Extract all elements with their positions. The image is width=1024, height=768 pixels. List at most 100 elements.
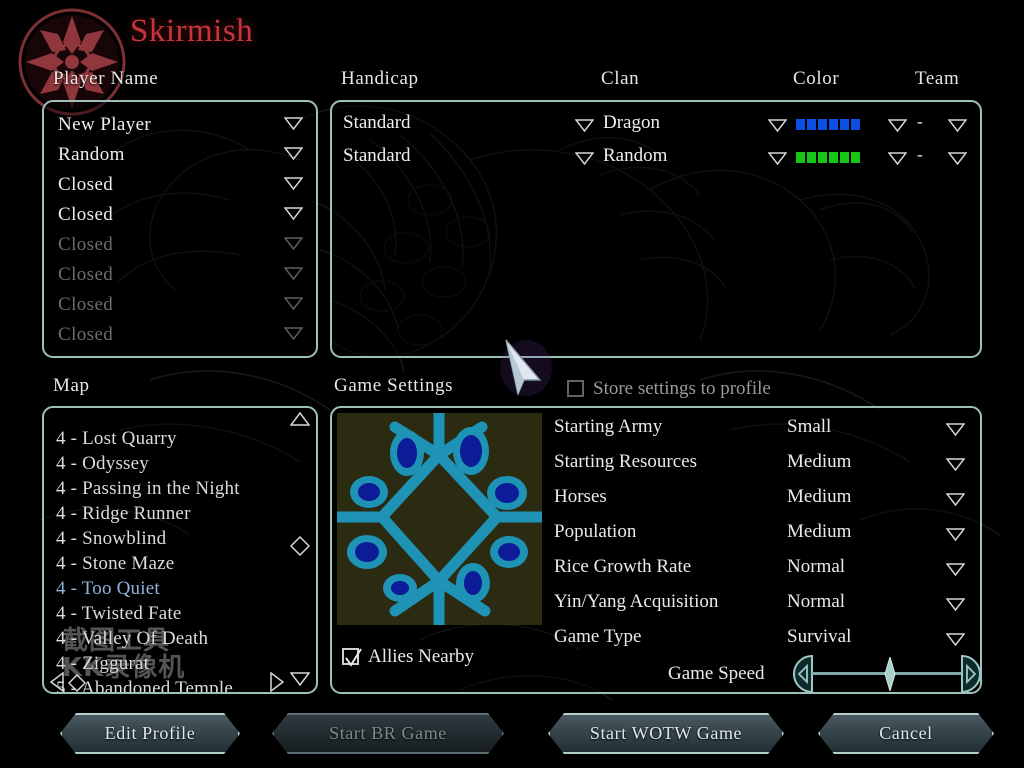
chevron-down-icon[interactable]	[283, 177, 304, 191]
handicap-value: Standard	[343, 112, 411, 133]
map-list-item[interactable]: 4 - Snowblind	[56, 528, 166, 550]
map-scroll-left-button[interactable]	[49, 671, 64, 697]
player-row[interactable]: Closed	[44, 260, 316, 290]
chevron-down-icon[interactable]	[283, 327, 304, 341]
map-scroll-thumb-diamond-icon[interactable]	[289, 535, 311, 561]
map-list-item[interactable]: 4 - Lost Quarry	[56, 428, 177, 450]
slider-left-cap-icon[interactable]	[791, 654, 813, 698]
chevron-down-icon[interactable]	[945, 493, 966, 507]
player-dropdown-button[interactable]	[283, 327, 304, 345]
player-row[interactable]: New Player	[44, 110, 316, 140]
color-dropdown-button[interactable]	[767, 119, 788, 137]
setting-dropdown-button[interactable]	[945, 563, 966, 581]
setting-dropdown-button[interactable]	[945, 458, 966, 476]
map-scroll-down-button[interactable]	[289, 672, 311, 691]
player-row[interactable]: Closed	[44, 230, 316, 260]
player-dropdown-button[interactable]	[283, 267, 304, 285]
player-row[interactable]: Random	[44, 140, 316, 170]
setting-value: Medium	[787, 486, 852, 507]
clan-dropdown-button[interactable]	[574, 119, 595, 137]
store-settings-label: Store settings to profile	[593, 378, 771, 399]
chevron-down-icon[interactable]	[947, 119, 968, 133]
player-row[interactable]: Closed	[44, 320, 316, 350]
player-dropdown-button[interactable]	[283, 297, 304, 315]
map-list-item[interactable]: 4 - Odyssey	[56, 453, 149, 475]
team-dropdown-button[interactable]	[887, 119, 908, 137]
chevron-down-icon[interactable]	[945, 458, 966, 472]
game-speed-handle[interactable]	[883, 655, 897, 696]
team-secondary-dropdown-button[interactable]	[947, 152, 968, 170]
button-start-wotw-game[interactable]: Start WOTW Game	[548, 713, 784, 754]
chevron-down-icon[interactable]	[945, 528, 966, 542]
setting-label: Game Type	[554, 626, 642, 647]
player-dropdown-button[interactable]	[283, 237, 304, 255]
map-list-scroll-area[interactable]: 4 - Lost Quarry 4 - Odyssey 4 - Passing in…	[44, 408, 316, 692]
chevron-down-icon[interactable]	[767, 119, 788, 133]
setting-row: Starting Resources Medium	[332, 451, 980, 486]
map-list-item[interactable]: 4 - Stone Maze	[56, 553, 174, 575]
player-row[interactable]: Closed	[44, 290, 316, 320]
player-dropdown-button[interactable]	[283, 177, 304, 195]
chevron-down-icon[interactable]	[945, 633, 966, 647]
chevron-down-icon[interactable]	[283, 267, 304, 281]
setting-row: Population Medium	[332, 521, 980, 556]
button-cancel[interactable]: Cancel	[818, 713, 994, 754]
chevron-down-icon[interactable]	[767, 152, 788, 166]
player-dropdown-button[interactable]	[283, 207, 304, 225]
team-secondary-dropdown-button[interactable]	[947, 119, 968, 137]
chevron-down-icon[interactable]	[945, 423, 966, 437]
game-speed-label: Game Speed	[668, 663, 765, 684]
chevron-down-icon[interactable]	[574, 119, 595, 133]
map-list-item[interactable]: 4 - Ziggurat	[56, 653, 149, 675]
map-scroll-up-button[interactable]	[289, 411, 311, 431]
setting-row: Starting Army Small	[332, 416, 980, 451]
player-dropdown-button[interactable]	[283, 147, 304, 165]
chevron-down-icon[interactable]	[945, 563, 966, 577]
color-dropdown-button[interactable]	[767, 152, 788, 170]
chevron-down-icon[interactable]	[574, 152, 595, 166]
chevron-down-icon[interactable]	[887, 119, 908, 133]
map-list-item[interactable]: 4 - Valley Of Death	[56, 628, 208, 650]
map-list-item[interactable]: 4 - Twisted Fate	[56, 603, 182, 625]
map-hscroll-thumb-diamond-icon[interactable]	[67, 673, 87, 697]
map-list-item[interactable]: 4 - Passing in the Night	[56, 478, 240, 500]
map-list-item[interactable]: 4 - Too Quiet	[56, 578, 160, 600]
setting-dropdown-button[interactable]	[945, 493, 966, 511]
chevron-down-icon[interactable]	[887, 152, 908, 166]
team-value: -	[917, 112, 923, 131]
setting-value: Survival	[787, 626, 852, 647]
setting-label: Starting Resources	[554, 451, 698, 472]
player-name-label: Random	[58, 144, 125, 165]
player-name-label: Closed	[58, 264, 114, 285]
team-dropdown-button[interactable]	[887, 152, 908, 170]
color-swatch[interactable]	[796, 119, 860, 130]
header-game-settings: Game Settings	[334, 375, 454, 396]
map-scroll-right-button[interactable]	[270, 671, 285, 697]
setting-dropdown-button[interactable]	[945, 633, 966, 651]
button-edit-profile[interactable]: Edit Profile	[60, 713, 240, 754]
chevron-down-icon[interactable]	[283, 207, 304, 221]
chevron-down-icon[interactable]	[283, 117, 304, 131]
map-list-item[interactable]: 4 - Ridge Runner	[56, 503, 191, 525]
setting-dropdown-button[interactable]	[945, 423, 966, 441]
player-name-label: Closed	[58, 294, 114, 315]
chevron-down-icon[interactable]	[283, 147, 304, 161]
setting-value: Normal	[787, 591, 846, 612]
store-settings-checkbox[interactable]	[567, 380, 584, 397]
setting-dropdown-button[interactable]	[945, 528, 966, 546]
chevron-down-icon[interactable]	[283, 297, 304, 311]
setting-row: Yin/Yang Acquisition Normal	[332, 591, 980, 626]
player-dropdown-button[interactable]	[283, 117, 304, 135]
chevron-down-icon[interactable]	[947, 152, 968, 166]
chevron-down-icon[interactable]	[945, 598, 966, 612]
slider-right-cap-icon[interactable]	[961, 654, 983, 698]
player-row[interactable]: Closed	[44, 170, 316, 200]
color-swatch[interactable]	[796, 152, 860, 163]
allies-nearby-checkbox[interactable]	[342, 648, 362, 667]
chevron-down-icon[interactable]	[283, 237, 304, 251]
clan-value: Random	[603, 145, 668, 166]
setting-dropdown-button[interactable]	[945, 598, 966, 616]
player-row[interactable]: Closed	[44, 200, 316, 230]
clan-dropdown-button[interactable]	[574, 152, 595, 170]
button-start-br-game: Start BR Game	[272, 713, 504, 754]
